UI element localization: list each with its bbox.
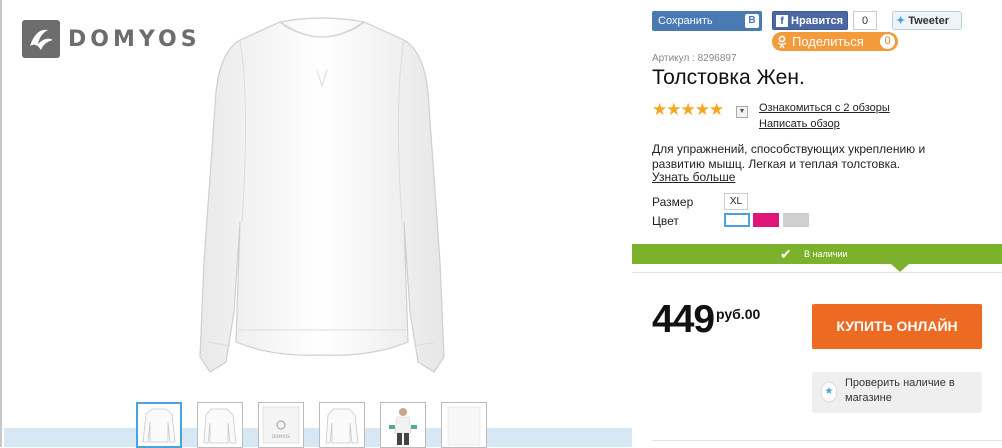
write-review-link[interactable]: Написать обзор xyxy=(759,118,840,130)
rating-dropdown-icon[interactable]: ▼ xyxy=(736,106,748,118)
price-currency: руб.00 xyxy=(716,306,761,322)
check-store-availability-button[interactable]: ★ Проверить наличие в магазине xyxy=(812,372,982,413)
buy-online-button[interactable]: КУПИТЬ ОНЛАЙН xyxy=(812,304,982,349)
twitter-label: Tweeter xyxy=(908,14,949,27)
learn-more-link[interactable]: Узнать больше xyxy=(652,170,735,184)
odnoklassniki-share-button[interactable]: Поделиться 0 xyxy=(772,32,898,51)
odnoklassniki-share-label: Поделиться xyxy=(792,34,864,49)
color-swatch-white[interactable] xyxy=(724,213,750,227)
vk-save-button[interactable]: Сохранить В xyxy=(652,11,762,31)
product-gallery: DOMYOS DOMYOS xyxy=(2,0,632,448)
thumbnail-sweatshirt-back[interactable] xyxy=(319,402,365,448)
thumbnail-sweatshirt-plain[interactable] xyxy=(441,402,487,448)
domyos-logo-icon xyxy=(22,20,60,58)
svg-text:DOMYOS: DOMYOS xyxy=(272,434,290,439)
product-description: Для упражнений, способствующих укреплени… xyxy=(652,142,926,171)
color-swatch-pink[interactable] xyxy=(753,213,779,227)
vk-icon: В xyxy=(745,14,759,28)
odnoklassniki-icon xyxy=(776,35,788,49)
price-amount: 449 xyxy=(652,298,715,341)
thumbnail-sweatshirt-side[interactable] xyxy=(197,402,243,448)
facebook-like-count: 0 xyxy=(853,11,877,30)
twitter-bird-icon: ✦ xyxy=(896,15,906,27)
thumbnail-strip: DOMYOS xyxy=(136,402,487,448)
vk-save-label: Сохранить xyxy=(658,15,713,27)
availability-bar: ✔ В наличии xyxy=(632,244,1002,264)
availability-text: В наличии xyxy=(804,249,848,259)
product-info-panel: Сохранить В f Нравится 0 ✦ Tweeter Подел… xyxy=(632,0,1002,447)
color-swatch-grey[interactable] xyxy=(783,213,809,227)
availability-pointer xyxy=(891,264,909,272)
product-title: Толстовка Жен. xyxy=(652,66,805,89)
color-label: Цвет xyxy=(652,214,679,228)
odnoklassniki-share-count: 0 xyxy=(880,34,895,49)
check-store-label: Проверить наличие в магазине xyxy=(845,377,955,404)
bottom-divider xyxy=(652,440,1002,441)
facebook-like-label: Нравится xyxy=(791,14,844,27)
facebook-icon: f xyxy=(776,14,788,27)
reviews-link[interactable]: Ознакомиться с 2 обзоры xyxy=(759,102,890,114)
main-product-image[interactable] xyxy=(172,12,472,384)
size-option-xl[interactable]: XL xyxy=(724,193,748,210)
thumbnail-model-wearing[interactable] xyxy=(380,402,426,448)
product-sku: Артикул : 8296897 xyxy=(652,53,737,64)
facebook-like-button[interactable]: f Нравится xyxy=(772,11,848,30)
twitter-tweet-button[interactable]: ✦ Tweeter xyxy=(892,11,962,30)
checkmark-icon: ✔ xyxy=(780,246,792,262)
map-pin-icon: ★ xyxy=(821,382,837,402)
thumbnail-sweatshirt-front[interactable] xyxy=(136,402,182,448)
thumbnail-sweatshirt-detail[interactable]: DOMYOS xyxy=(258,402,304,448)
rating-stars-icon[interactable]: ★★★★★ xyxy=(652,100,724,120)
size-label: Размер xyxy=(652,195,694,209)
section-divider xyxy=(632,272,1002,273)
